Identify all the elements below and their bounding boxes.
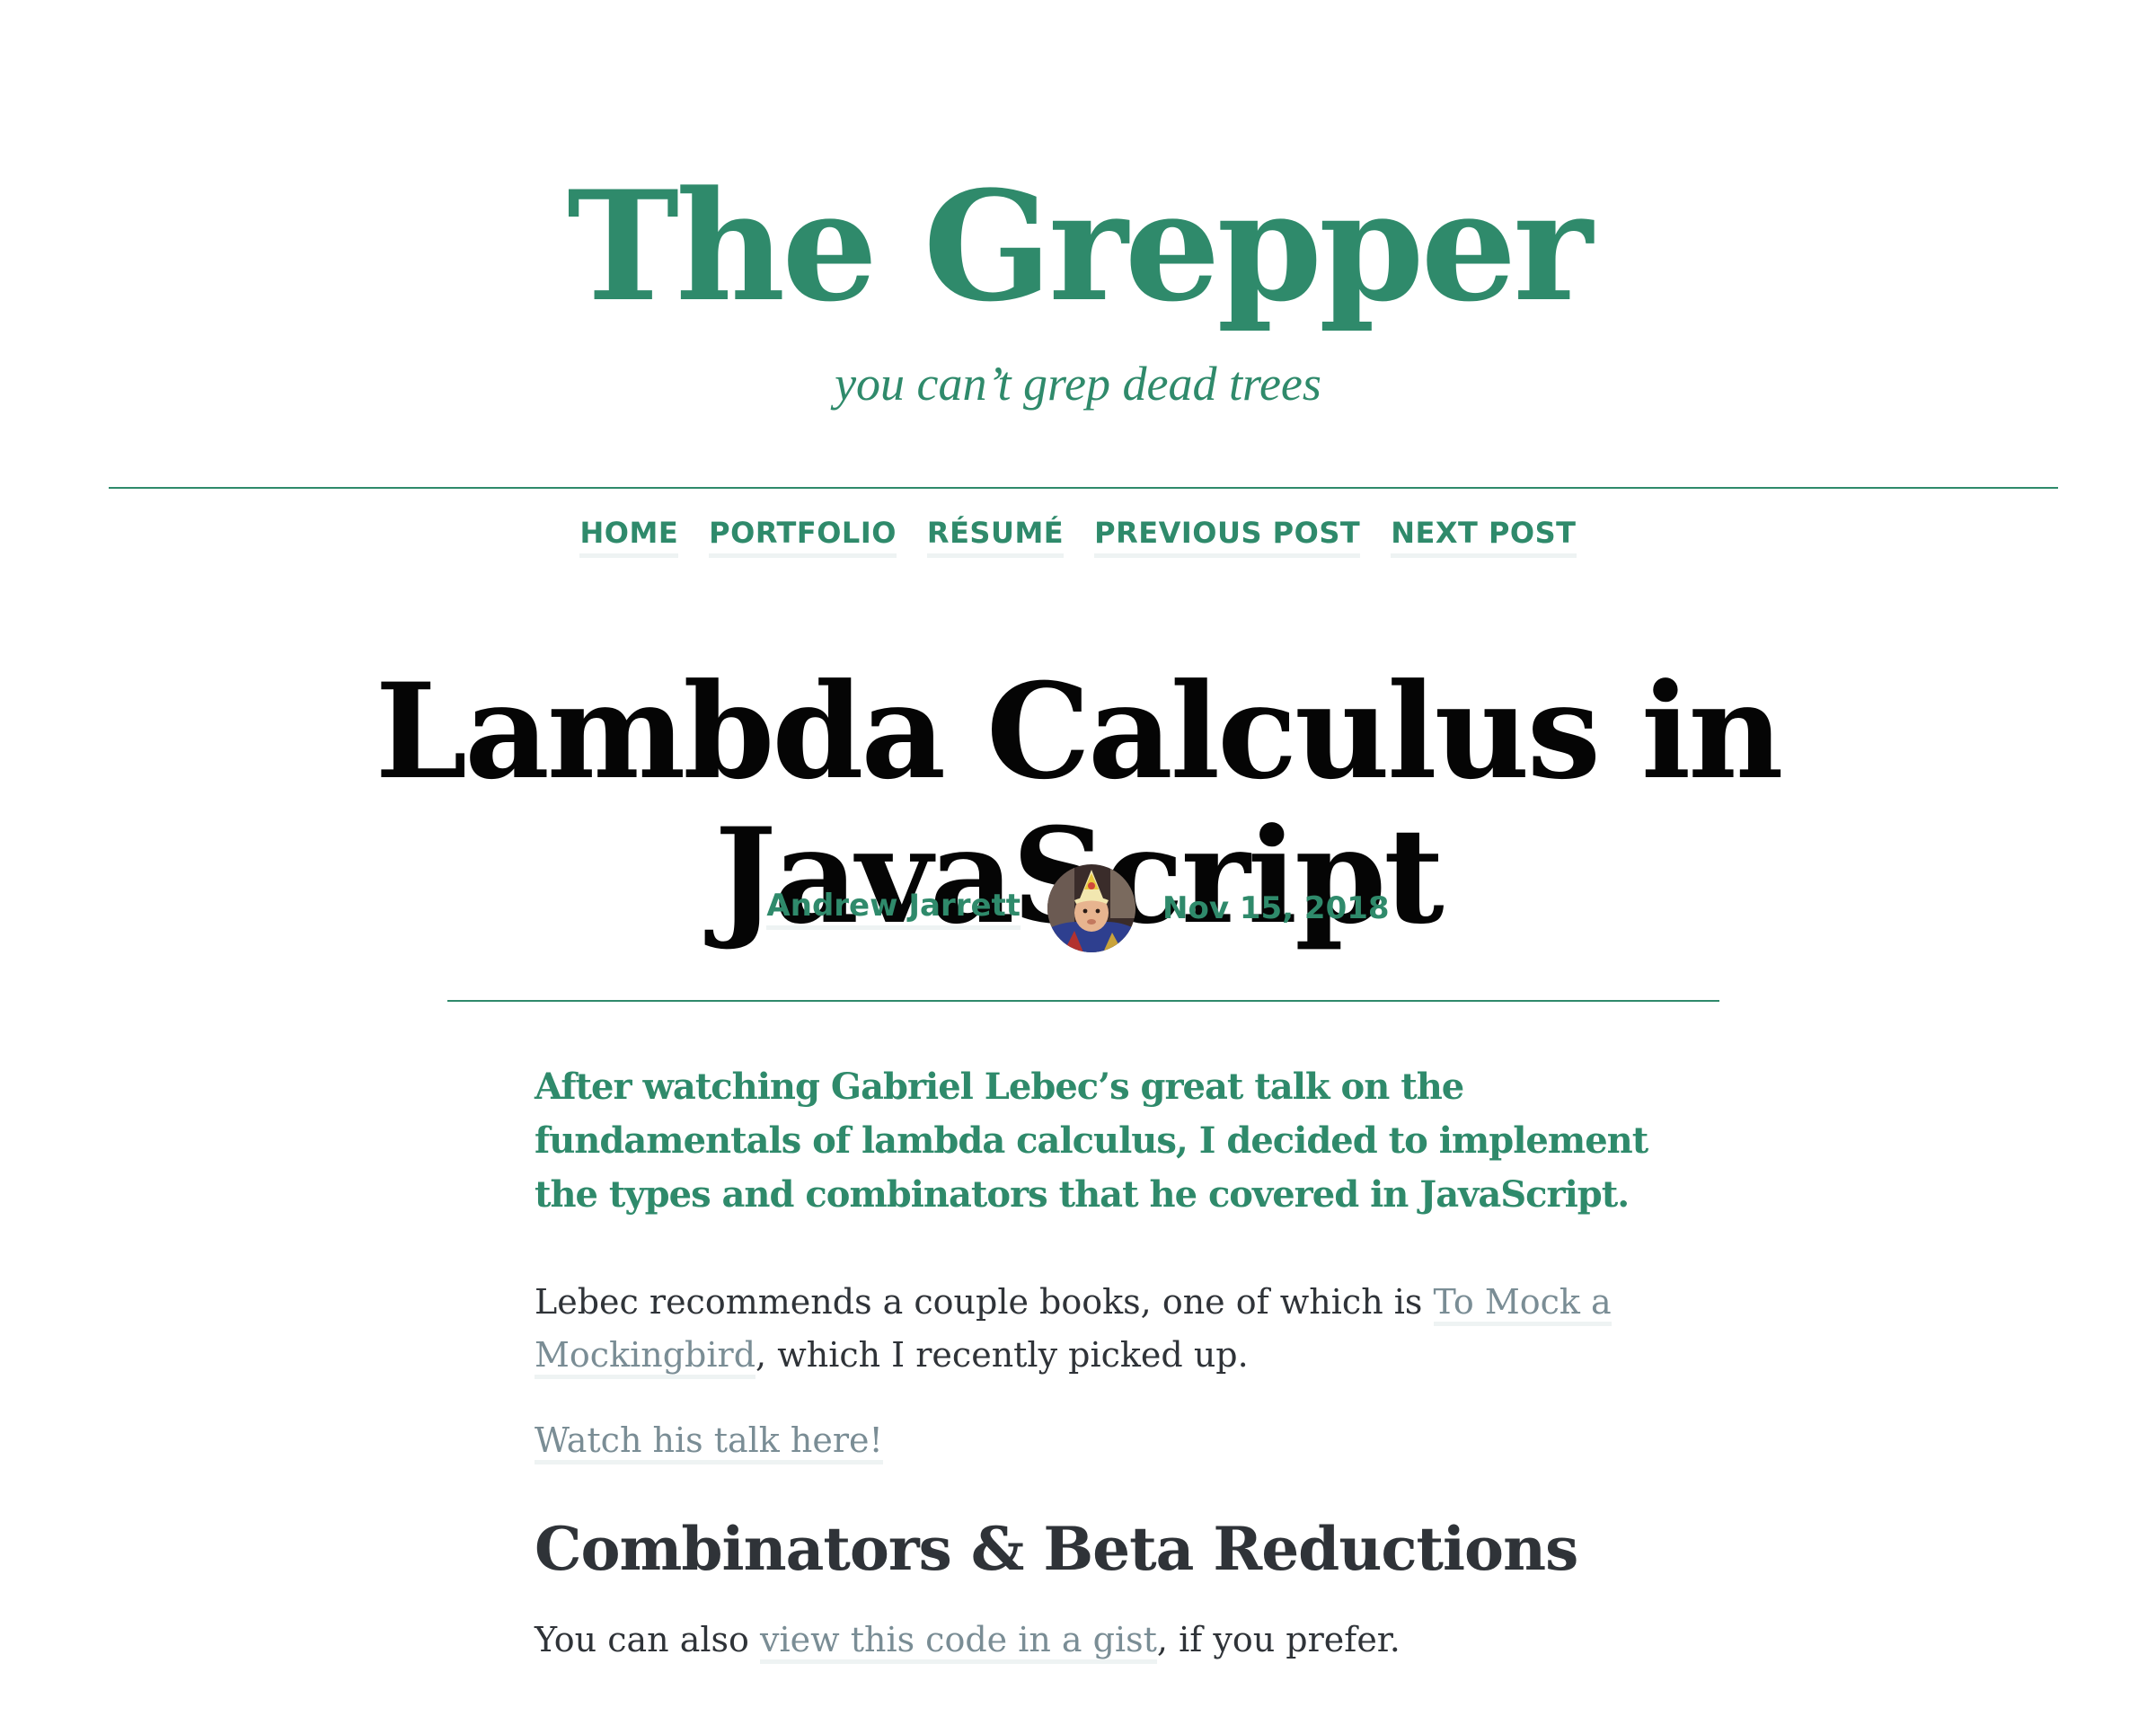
nav-portfolio-link[interactable]: PORTFOLIO bbox=[709, 516, 897, 558]
paragraph-gist-text-after: , if you prefer. bbox=[1156, 1620, 1401, 1660]
nav-home-link[interactable]: HOME bbox=[579, 516, 679, 558]
paragraph-books-text-before: Lebec recommends a couple books, one of … bbox=[535, 1282, 1434, 1322]
nav-next-post-link[interactable]: NEXT POST bbox=[1391, 516, 1577, 558]
gist-link[interactable]: view this code in a gist bbox=[759, 1620, 1157, 1665]
watch-talk-link[interactable]: Watch his talk here! bbox=[535, 1420, 883, 1464]
author-avatar bbox=[1047, 864, 1136, 952]
author-link[interactable]: Andrew Jarrett bbox=[766, 888, 1021, 930]
avatar-photo bbox=[1047, 864, 1136, 952]
site-title: The Grepper bbox=[0, 171, 2156, 322]
post-lede: After watching Gabriel Lebec’s great tal… bbox=[535, 1066, 1648, 1216]
header-divider bbox=[109, 487, 2058, 489]
post-content: After watching Gabriel Lebec’s great tal… bbox=[535, 1060, 1666, 1667]
nav-resume-link[interactable]: RÉSUMÉ bbox=[926, 516, 1065, 558]
paragraph-books-text-after: , which I recently picked up. bbox=[755, 1335, 1249, 1375]
post-date: Nov 15, 2018 bbox=[1162, 890, 1390, 926]
paragraph-gist: You can also view this code in a gist, i… bbox=[535, 1614, 1666, 1667]
post-byline: Andrew Jarrett Nov 15, 2018 bbox=[0, 864, 2156, 952]
byline-divider bbox=[447, 1000, 1719, 1002]
site-title-link[interactable]: The Grepper bbox=[567, 157, 1593, 335]
nav-previous-post-link[interactable]: PREVIOUS POST bbox=[1094, 516, 1361, 558]
site-header: The Grepper you can’t grep dead trees bbox=[0, 0, 2156, 408]
site-tagline: you can’t grep dead trees bbox=[835, 357, 1321, 411]
paragraph-books: Lebec recommends a couple books, one of … bbox=[535, 1276, 1666, 1382]
main-nav: HOME PORTFOLIO RÉSUMÉ PREVIOUS POST NEXT… bbox=[0, 516, 2156, 558]
paragraph-gist-text-before: You can also bbox=[535, 1620, 760, 1660]
section-heading: Combinators & Beta Reductions bbox=[535, 1514, 1578, 1584]
paragraph-talk: Watch his talk here! bbox=[535, 1414, 1666, 1467]
